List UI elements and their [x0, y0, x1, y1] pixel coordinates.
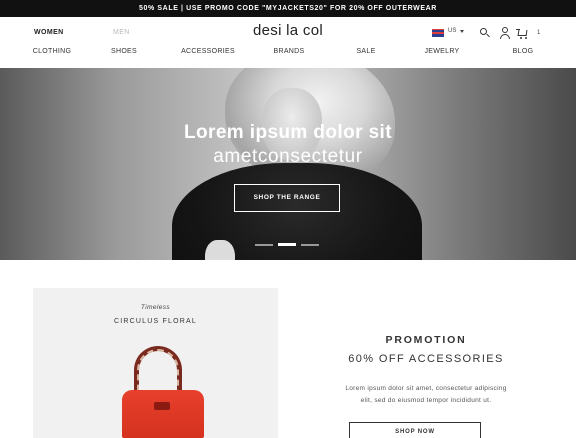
- main-nav: CLOTHING SHOES ACCESSORIES BRANDS SALE J…: [0, 48, 576, 62]
- carousel-indicators: [255, 243, 319, 247]
- promo-banner: 50% SALE | USE PROMO CODE "MYJACKETS20" …: [0, 0, 576, 17]
- site-header: WOMEN MEN desi la col US 1 CLOTHING SHOE…: [0, 17, 576, 68]
- cart-icon[interactable]: [516, 27, 528, 39]
- nav-item-jewelry[interactable]: JEWELRY: [424, 48, 459, 55]
- promotion-subheading: 60% OFF ACCESSORIES: [348, 353, 504, 365]
- promotion-body: Lorem ipsum dolor sit amet, consectetur …: [296, 383, 556, 407]
- promotion-body-line-2: elit, sed do eiusmod tempor incididunt u…: [360, 397, 492, 404]
- carousel-dot-2[interactable]: [278, 243, 296, 246]
- nav-item-brands[interactable]: BRANDS: [274, 48, 305, 55]
- promotion-heading: PROMOTION: [385, 334, 467, 346]
- hero-image-model-hand: [205, 240, 235, 260]
- nav-item-shoes[interactable]: SHOES: [111, 48, 137, 55]
- shop-the-range-button[interactable]: SHOP THE RANGE: [234, 184, 340, 212]
- product-image-handbag[interactable]: [118, 346, 208, 438]
- carousel-dot-3[interactable]: [301, 244, 319, 246]
- product-title[interactable]: CIRCULUS FLORAL: [33, 318, 278, 325]
- nav-item-blog[interactable]: BLOG: [513, 48, 534, 55]
- flag-us-icon[interactable]: [432, 29, 444, 37]
- product-tag: Timeless: [140, 304, 171, 311]
- carousel-dot-1[interactable]: [255, 244, 273, 246]
- nav-item-sale[interactable]: SALE: [356, 48, 375, 55]
- hero-title: Lorem ipsum dolor sit: [184, 122, 392, 143]
- search-icon[interactable]: [479, 27, 491, 39]
- locale-selector[interactable]: US: [448, 28, 456, 34]
- chevron-down-icon[interactable]: [460, 30, 464, 33]
- cart-count-badge[interactable]: 1: [537, 30, 540, 36]
- nav-item-accessories[interactable]: ACCESSORIES: [181, 48, 235, 55]
- product-card[interactable]: Timeless CIRCULUS FLORAL: [33, 288, 278, 438]
- shop-now-button[interactable]: SHOP NOW: [349, 422, 481, 438]
- hero-subtitle: ametconsectetur: [213, 146, 363, 167]
- nav-item-clothing[interactable]: CLOTHING: [33, 48, 72, 55]
- promotion-body-line-1: Lorem ipsum dolor sit amet, consectetur …: [345, 385, 507, 392]
- user-icon[interactable]: [499, 27, 511, 39]
